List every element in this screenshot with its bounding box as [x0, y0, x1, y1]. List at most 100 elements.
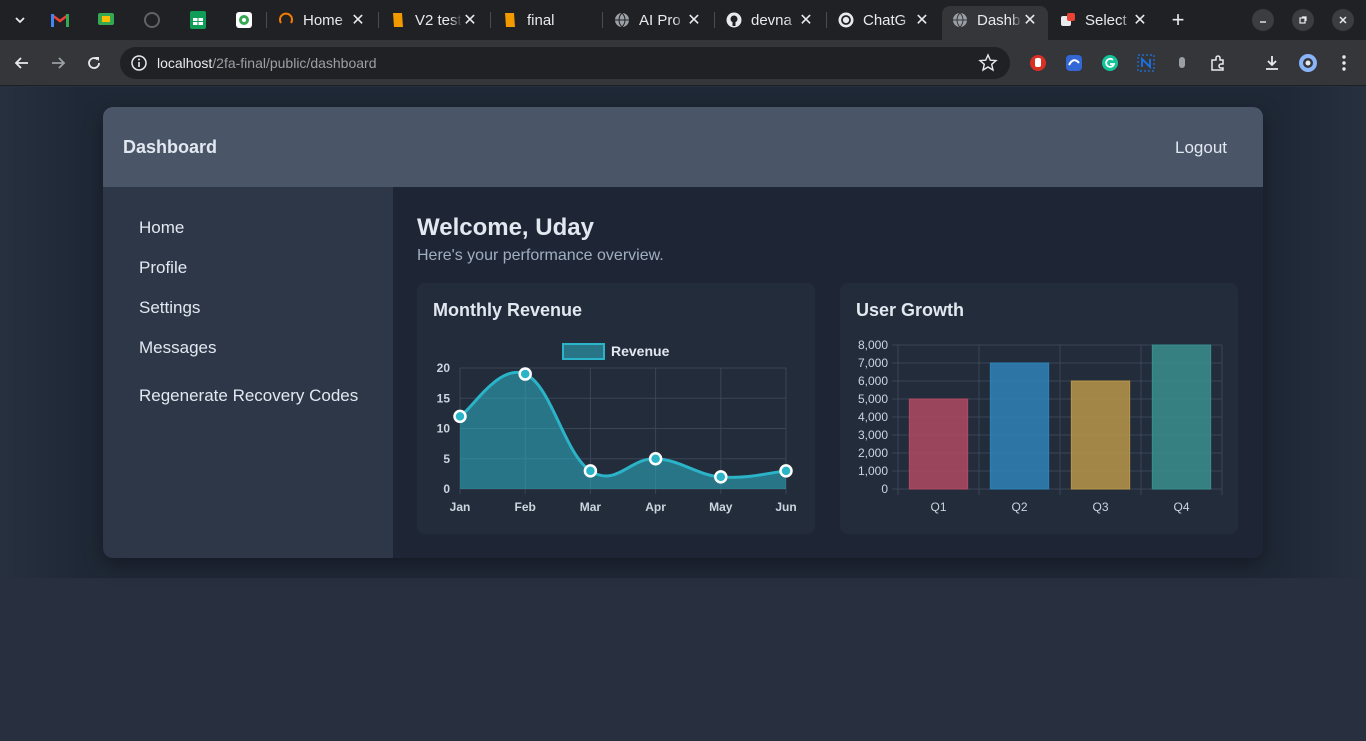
extension-adblock[interactable] [1028, 53, 1048, 73]
tab-title: V2 test [415, 11, 462, 29]
bookmark-star-icon[interactable] [978, 53, 998, 73]
data-point-jun [779, 464, 793, 478]
app-header: Dashboard Logout [103, 107, 1263, 187]
bar-q1 [908, 398, 969, 490]
avatar-icon [1299, 54, 1317, 72]
app-brand[interactable]: Dashboard [123, 137, 217, 158]
forward-button[interactable] [46, 51, 70, 75]
close-icon[interactable]: ✕ [686, 12, 702, 29]
url-path: /2fa-final/public/dashboard [212, 55, 377, 71]
url-host: localhost [157, 55, 213, 71]
tab-chatgpt[interactable]: ChatG ✕ [828, 6, 940, 34]
tab-title: Home [303, 11, 344, 29]
revenue-chart: Revenue 0 5 10 15 20 Jan Feb Mar Apr May Jun [437, 343, 797, 514]
tab-ai-pro[interactable]: AI Pro ✕ [604, 6, 712, 34]
logout-link[interactable]: Logout [1175, 138, 1227, 158]
tab-dashboard[interactable]: Dashb ✕ [942, 6, 1048, 40]
extension-2[interactable] [1064, 53, 1084, 73]
y-tick-label: 2,000 [858, 446, 888, 460]
browser-menu-button[interactable] [1334, 53, 1354, 73]
revenue-chart-panel: Monthly Revenue Revenue 0 5 10 15 20 Jan Feb Mar… [417, 283, 815, 534]
tab-search-button[interactable] [8, 8, 32, 32]
sidebar-item-home[interactable]: Home [139, 218, 184, 238]
restore-icon [1299, 16, 1307, 24]
close-icon[interactable]: ✕ [914, 12, 930, 29]
minimize-button[interactable] [1252, 9, 1274, 31]
sidebar-item-regenerate-recovery-codes[interactable]: Regenerate Recovery Codes [139, 386, 358, 406]
close-icon[interactable]: ✕ [1132, 12, 1148, 29]
tab-devna[interactable]: devna ✕ [716, 6, 824, 34]
extension-icon [1060, 12, 1076, 28]
x-tick-label: Apr [645, 500, 666, 514]
data-point-mar [583, 464, 598, 478]
tab-select[interactable]: Select ✕ [1050, 6, 1158, 34]
y-tick-label: 4,000 [858, 410, 888, 424]
close-icon[interactable]: ✕ [1022, 12, 1038, 29]
y-tick-label: 8,000 [858, 338, 888, 352]
pinned-tab-app[interactable] [234, 10, 254, 30]
extension-n[interactable] [1136, 53, 1156, 73]
pinned-tab-sheets[interactable] [188, 10, 208, 30]
arrow-right-icon [52, 57, 66, 69]
document-icon [502, 12, 518, 28]
close-icon[interactable]: ✕ [462, 12, 478, 29]
extension-mouse[interactable] [1172, 53, 1192, 73]
n-letter-icon [1137, 54, 1155, 72]
browser-toolbar: localhost/2fa-final/public/dashboard [0, 40, 1366, 86]
google-chat-icon [98, 13, 114, 25]
gmail-icon [51, 14, 69, 27]
y-tick-label: 0 [881, 482, 888, 496]
address-bar[interactable]: localhost/2fa-final/public/dashboard [120, 47, 1010, 79]
site-info-icon[interactable] [130, 54, 148, 72]
data-point-feb [518, 367, 532, 381]
tab-title: Dashb [977, 11, 1021, 29]
close-icon[interactable]: ✕ [798, 12, 814, 29]
document-icon [390, 12, 406, 28]
sidebar-item-messages[interactable]: Messages [139, 338, 216, 358]
y-tick-label: 1,000 [858, 464, 888, 478]
new-tab-button[interactable]: + [1166, 7, 1190, 32]
tab-title: devna [751, 11, 792, 29]
close-icon[interactable]: ✕ [350, 12, 366, 29]
url-text[interactable]: localhost/2fa-final/public/dashboard [157, 55, 377, 71]
reload-icon [88, 57, 100, 69]
bar-q3 [1070, 380, 1131, 490]
app-icon [236, 12, 252, 28]
pinned-tab-gmail[interactable] [50, 10, 70, 30]
bar-q4 [1151, 344, 1212, 490]
y-tick-label: 7,000 [858, 356, 888, 370]
data-point-apr [648, 452, 663, 466]
tab-final[interactable]: final [492, 6, 600, 34]
extension-grammarly[interactable] [1100, 53, 1120, 73]
x-tick-label: Q3 [1092, 500, 1108, 514]
browser-tab-bar: Home ✕ V2 test ✕ final AI Pro ✕ devna ✕ … [0, 0, 1366, 40]
reload-button[interactable] [82, 51, 106, 75]
chevron-down-icon [15, 17, 25, 24]
tab-home[interactable]: Home ✕ [268, 6, 376, 34]
extensions-button[interactable] [1208, 53, 1228, 73]
sidebar-item-profile[interactable]: Profile [139, 258, 187, 278]
plus-icon: + [1171, 7, 1185, 32]
pinned-tab-chat[interactable] [96, 10, 116, 30]
legend-label: Revenue [611, 343, 670, 359]
arrow-left-icon [14, 57, 28, 69]
extension-badge-icon [1066, 55, 1082, 71]
downloads-button[interactable] [1262, 53, 1282, 73]
maximize-button[interactable] [1292, 9, 1314, 31]
y-tick-label: 0 [443, 482, 450, 496]
main-content: Welcome, Uday Here's your performance ov… [393, 187, 1263, 558]
sidebar-item-settings[interactable]: Settings [139, 298, 200, 318]
back-button[interactable] [10, 51, 34, 75]
x-tick-label: Jun [775, 500, 796, 514]
close-window-button[interactable] [1332, 9, 1354, 31]
tab-v2-test[interactable]: V2 test ✕ [380, 6, 488, 34]
data-point-jan [453, 409, 467, 424]
y-tick-label: 6,000 [858, 374, 888, 388]
legend-swatch [562, 343, 605, 360]
x-tick-label: Jan [450, 500, 471, 514]
github-icon [726, 12, 742, 28]
globe-icon [952, 12, 968, 28]
profile-button[interactable] [1298, 53, 1318, 73]
pinned-tab-ring[interactable] [142, 10, 162, 30]
page-viewport: Dashboard Logout Home Profile Settings M… [0, 87, 1366, 741]
